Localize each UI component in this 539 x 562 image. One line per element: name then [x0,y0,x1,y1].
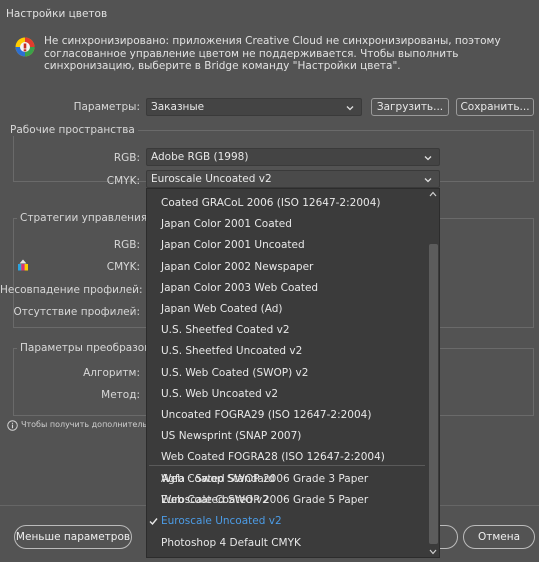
dropdown-scrollbar[interactable] [427,189,439,557]
engine-label: Алгоритм: [83,367,140,379]
scroll-down-arrow-icon[interactable] [429,549,437,555]
info-text: Чтобы получить дополнительна [21,420,158,429]
settings-label: Параметры: [73,101,140,113]
cmyk-option[interactable]: Coated GRACoL 2006 (ISO 12647-2:2004) [161,193,380,213]
cmyk-option[interactable]: U.S. Web Coated (SWOP) v2 [161,363,308,383]
cmyk-option[interactable]: U.S. Sheetfed Uncoated v2 [161,341,302,361]
cmyk-option[interactable]: Photoshop 4 Default CMYK [161,533,301,553]
cancel-button[interactable]: Отмена [463,525,535,549]
policy-rgb-label: RGB: [113,239,140,251]
working-rgb-value: Adobe RGB (1998) [151,151,249,163]
working-rgb-select[interactable]: Adobe RGB (1998) [146,148,440,166]
info-icon [7,420,18,431]
cmyk-option[interactable]: Japan Color 2002 Newspaper [161,257,313,277]
color-sync-warning-icon [15,37,35,57]
window-title: Настройки цветов [6,8,108,20]
scroll-up-arrow-icon[interactable] [429,191,437,197]
cmyk-option[interactable]: Japan Color 2001 Uncoated [161,235,305,255]
cmyk-option[interactable]: U.S. Sheetfed Coated v2 [161,320,290,340]
cmyk-option[interactable]: Photoshop 5 Default CMYK [161,554,301,557]
settings-select[interactable]: Заказные [146,98,362,116]
chevron-down-icon [424,156,432,161]
cmyk-profile-dropdown[interactable]: Coated GRACoL 2006 (ISO 12647-2:2004) Jap… [146,188,440,558]
working-cmyk-value: Euroscale Uncoated v2 [151,173,272,185]
policy-cmyk-label: CMYK: [106,261,140,273]
intent-label: Метод: [101,389,140,401]
checkmark-icon [149,518,158,526]
dropdown-separator [149,465,425,466]
load-button[interactable]: Загрузить... [371,98,449,116]
sync-warning-text: Не синхронизировано: приложения Creative… [44,35,501,72]
working-cmyk-label: CMYK: [106,175,140,187]
save-button[interactable]: Сохранить... [456,98,534,116]
cmyk-option[interactable]: Uncoated FOGRA29 (ISO 12647-2:2004) [161,405,371,425]
cmyk-option[interactable]: Japan Color 2003 Web Coated [161,278,318,298]
cmyk-option[interactable]: Japan Color 2001 Coated [161,214,292,234]
chevron-down-icon [424,178,432,183]
cmyk-option[interactable]: US Newsprint (SNAP 2007) [161,426,301,446]
working-spaces-title: Рабочие пространства [7,124,138,136]
cmyk-option-selected[interactable]: Euroscale Uncoated v2 [161,511,282,531]
cmyk-ink-icon [18,259,28,271]
working-rgb-label: RGB: [113,152,140,164]
chevron-down-icon [346,106,354,111]
cmyk-option[interactable]: Japan Web Coated (Ad) [161,299,282,319]
cmyk-option[interactable]: Agfa : Swop Standard [161,469,275,489]
missing-profiles-label: Отсутствие профилей: [13,306,140,318]
cmyk-option[interactable]: Euroscale Coated v2 [161,490,269,510]
profile-mismatch-label: Несовпадение профилей: [0,284,143,296]
cmyk-option[interactable]: U.S. Web Uncoated v2 [161,384,278,404]
dropdown-scroll-thumb[interactable] [429,244,438,544]
fewer-options-button[interactable]: Меньше параметров [14,525,132,549]
settings-select-value: Заказные [151,101,205,113]
working-cmyk-select[interactable]: Euroscale Uncoated v2 [146,170,440,188]
